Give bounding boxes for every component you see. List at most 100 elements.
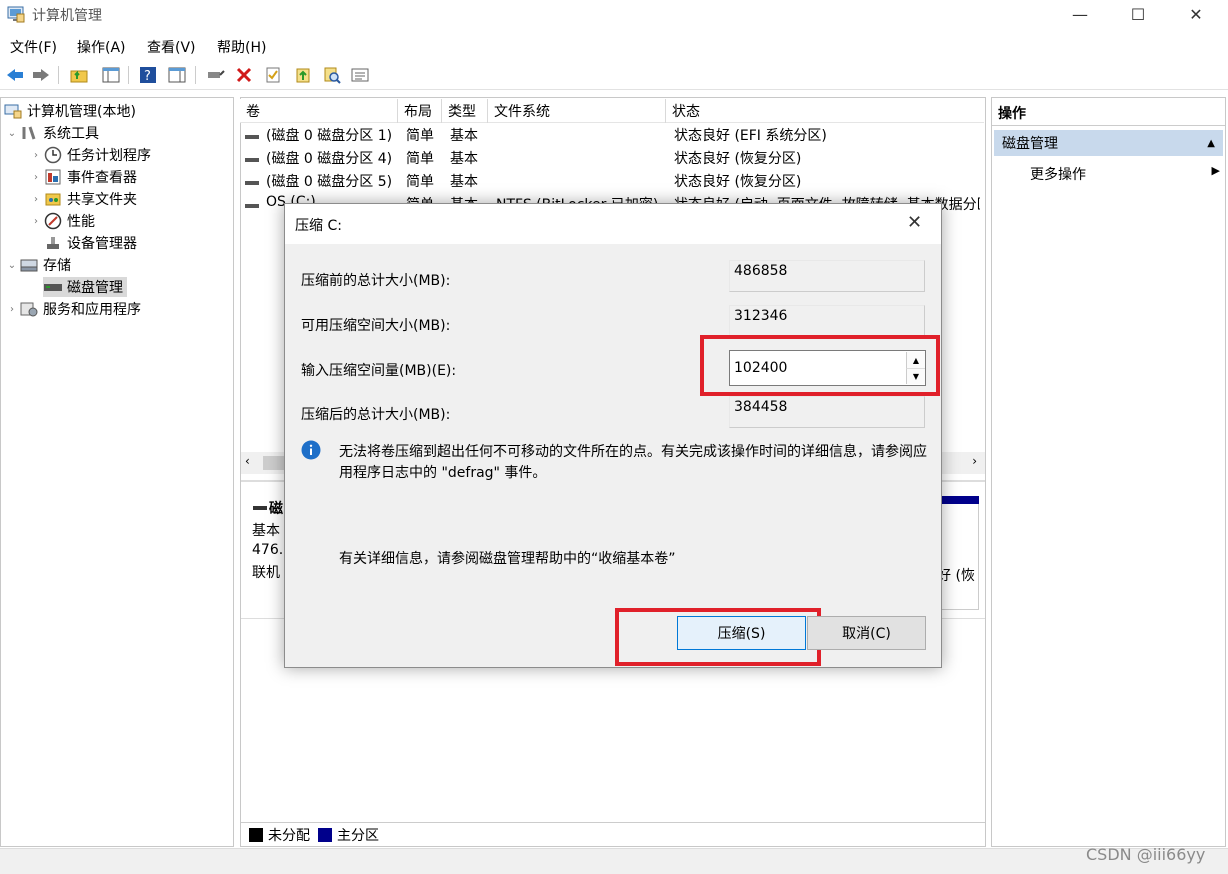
tree-item-services-apps[interactable]: › 服务和应用程序 [3, 298, 231, 320]
help-text: 有关详细信息，请参阅磁盘管理帮助中的“收缩基本卷” [339, 551, 676, 567]
cell-type: 基本 [450, 151, 478, 167]
shared-folder-icon [43, 190, 63, 208]
forward-icon[interactable] [30, 64, 52, 86]
menu-view[interactable]: 查看(V) [147, 37, 196, 57]
partition-status: 好 (恢 [937, 568, 975, 584]
column-header-type[interactable]: 类型 [442, 99, 488, 123]
table-row[interactable]: (磁盘 0 磁盘分区 4) 简单 基本 状态良好 (恢复分区) [244, 148, 982, 170]
menu-action[interactable]: 操作(A) [77, 37, 126, 57]
chevron-right-icon[interactable]: › [29, 216, 43, 227]
toolbar-separator [58, 66, 59, 84]
export-list-icon[interactable] [292, 64, 314, 86]
tree-label: 磁盘管理 [67, 280, 123, 296]
cell-status: 状态良好 (EFI 系统分区) [674, 128, 827, 144]
connect-drive-icon[interactable] [204, 64, 226, 86]
legend-primary: 主分区 [337, 827, 379, 844]
tree-item-event-viewer[interactable]: › 事件查看器 [3, 166, 231, 188]
scroll-right-icon[interactable]: › [972, 454, 977, 468]
partition-block[interactable] [941, 504, 979, 610]
shrink-amount-input[interactable] [730, 351, 905, 385]
table-row[interactable]: (磁盘 0 磁盘分区 5) 简单 基本 状态良好 (恢复分区) [244, 171, 982, 193]
cell-status: 状态良好 (恢复分区) [674, 174, 802, 190]
back-icon[interactable] [4, 64, 26, 86]
volume-table-header: 卷 布局 类型 文件系统 状态 [240, 99, 984, 123]
tree-item-device-manager[interactable]: 设备管理器 [3, 232, 231, 254]
close-button[interactable]: ✕ [1166, 0, 1226, 28]
delete-icon[interactable] [233, 64, 255, 86]
spin-up-icon[interactable]: ▲ [906, 352, 925, 368]
column-header-status[interactable]: 状态 [666, 99, 984, 123]
clock-icon [43, 146, 63, 164]
minimize-button[interactable]: — [1050, 0, 1110, 28]
table-row[interactable]: (磁盘 0 磁盘分区 1) 简单 基本 状态良好 (EFI 系统分区) [244, 125, 982, 147]
performance-icon [43, 212, 63, 230]
collapse-icon[interactable]: ▲ [1207, 138, 1215, 149]
total-before-label: 压缩前的总计大小(MB): [301, 273, 451, 289]
tree-item-system-tools[interactable]: ⌄ 系统工具 [3, 122, 231, 144]
dialog-close-icon[interactable]: ✕ [907, 212, 922, 233]
maximize-button[interactable]: ☐ [1108, 0, 1168, 28]
shrink-button[interactable]: 压缩(S) [677, 616, 806, 650]
tree-label: 系统工具 [43, 126, 99, 142]
tree-item-storage[interactable]: ⌄ 存储 [3, 254, 231, 276]
menu-help[interactable]: 帮助(H) [217, 37, 266, 57]
chevron-down-icon[interactable]: ⌄ [5, 260, 19, 271]
info-icon [301, 440, 321, 464]
disk-icon [253, 506, 267, 510]
disk-label: 磁 [269, 501, 283, 517]
more-actions-item[interactable]: 更多操作 ▶ [1030, 164, 1220, 184]
chevron-right-icon[interactable]: › [29, 194, 43, 205]
cell-layout: 简单 [406, 151, 434, 167]
show-action-pane-icon[interactable] [166, 64, 188, 86]
computer-management-icon [6, 4, 26, 24]
spin-down-icon[interactable]: ▼ [906, 368, 925, 384]
event-viewer-icon [43, 168, 63, 186]
column-header-layout[interactable]: 布局 [398, 99, 442, 123]
available-value: 312346 [729, 305, 925, 337]
shrink-amount-stepper[interactable]: ▲ ▼ [729, 350, 926, 386]
tree-item-shared-folders[interactable]: › 共享文件夹 [3, 188, 231, 210]
legend-unallocated: 未分配 [268, 827, 310, 844]
chevron-down-icon[interactable]: ⌄ [5, 128, 19, 139]
info-text: 无法将卷压缩到超出任何不可移动的文件所在的点。有关完成该操作时间的详细信息，请参… [339, 444, 927, 481]
show-hide-tree-icon[interactable] [100, 64, 122, 86]
total-before-value: 486858 [729, 260, 925, 292]
menu-file[interactable]: 文件(F) [10, 37, 57, 57]
actions-section-label: 磁盘管理 [1002, 136, 1058, 152]
tree-label: 共享文件夹 [67, 192, 137, 208]
column-header-filesystem[interactable]: 文件系统 [488, 99, 666, 123]
scroll-left-icon[interactable]: ‹ [245, 454, 250, 468]
disk-icon [43, 278, 63, 296]
chevron-right-icon[interactable]: › [5, 304, 19, 315]
tree-label: 性能 [67, 214, 95, 230]
tree-item-root[interactable]: 计算机管理(本地) [3, 100, 231, 122]
toolbar-separator [128, 66, 129, 84]
cell-type: 基本 [450, 174, 478, 190]
list-view-icon[interactable] [349, 64, 371, 86]
up-folder-icon[interactable] [68, 64, 90, 86]
shrink-dialog: 压缩 C: ✕ 压缩前的总计大小(MB): 486858 可用压缩空间大小(MB… [284, 203, 942, 668]
tree-label: 计算机管理(本地) [27, 104, 136, 120]
watermark: CSDN @iii66yy [1086, 845, 1206, 864]
services-icon [19, 300, 39, 318]
window-title: 计算机管理 [32, 8, 102, 24]
disk-header: 磁 [253, 498, 283, 518]
cell-filesystem [494, 125, 672, 147]
tree-item-task-scheduler[interactable]: › 任务计划程序 [3, 144, 231, 166]
actions-header: 操作 [992, 98, 1225, 126]
search-icon[interactable] [321, 64, 343, 86]
properties-icon[interactable] [262, 64, 284, 86]
column-header-volume[interactable]: 卷 [240, 99, 398, 123]
status-bar [0, 848, 1228, 874]
chevron-right-icon[interactable]: › [29, 172, 43, 183]
partition-bar [941, 496, 979, 504]
tree-item-performance[interactable]: › 性能 [3, 210, 231, 232]
help-icon[interactable]: ? [137, 64, 159, 86]
total-after-label: 压缩后的总计大小(MB): [301, 407, 451, 423]
chevron-right-icon[interactable]: › [29, 150, 43, 161]
tree-label: 设备管理器 [67, 236, 137, 252]
tree-item-disk-management[interactable]: 磁盘管理 [3, 276, 231, 298]
cell-filesystem [494, 148, 672, 170]
actions-section-disk-management[interactable]: 磁盘管理 ▲ [994, 130, 1223, 156]
cancel-button[interactable]: 取消(C) [807, 616, 926, 650]
